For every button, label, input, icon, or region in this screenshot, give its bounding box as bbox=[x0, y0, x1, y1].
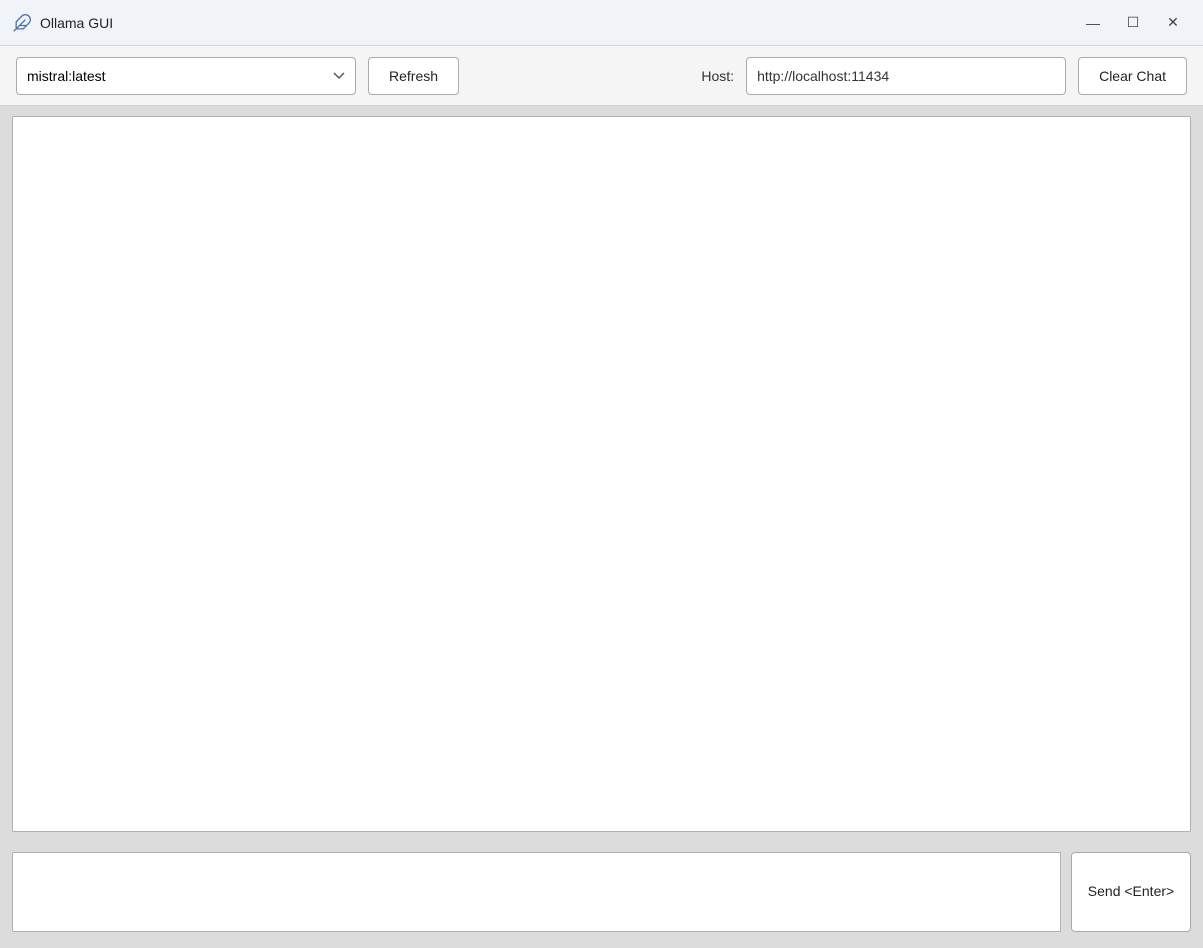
refresh-button[interactable]: Refresh bbox=[368, 57, 459, 95]
minimize-button[interactable]: — bbox=[1075, 7, 1111, 39]
send-button[interactable]: Send <Enter> bbox=[1071, 852, 1191, 932]
main-content: Send <Enter> bbox=[0, 106, 1203, 948]
toolbar: mistral:latest Refresh Host: Clear Chat bbox=[0, 46, 1203, 106]
close-button[interactable]: ✕ bbox=[1155, 7, 1191, 39]
message-input[interactable] bbox=[12, 852, 1061, 932]
model-select[interactable]: mistral:latest bbox=[16, 57, 356, 95]
host-input[interactable] bbox=[746, 57, 1066, 95]
input-area: Send <Enter> bbox=[0, 842, 1203, 948]
title-bar-controls: — ☐ ✕ bbox=[1075, 7, 1191, 39]
clear-chat-button[interactable]: Clear Chat bbox=[1078, 57, 1187, 95]
title-bar: Ollama GUI — ☐ ✕ bbox=[0, 0, 1203, 46]
app-title: Ollama GUI bbox=[40, 15, 113, 31]
host-label: Host: bbox=[701, 68, 734, 84]
title-bar-left: Ollama GUI bbox=[12, 13, 113, 33]
chat-display[interactable] bbox=[12, 116, 1191, 832]
feather-icon bbox=[12, 13, 32, 33]
chat-area-wrapper bbox=[0, 106, 1203, 842]
maximize-button[interactable]: ☐ bbox=[1115, 7, 1151, 39]
